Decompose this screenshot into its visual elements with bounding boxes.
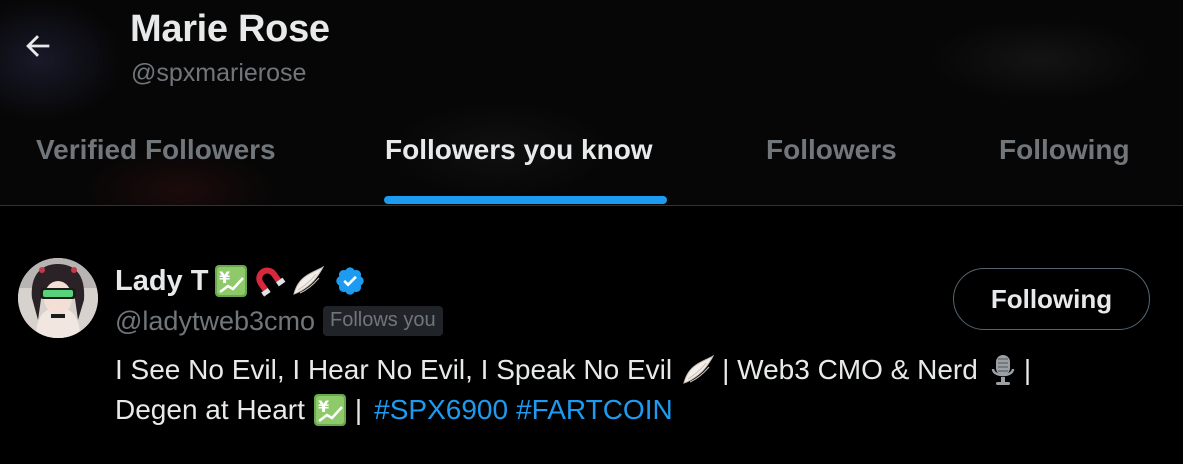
magnet-icon — [256, 267, 286, 297]
profile-header: Marie Rose @spxmarierose Verified Follow… — [0, 0, 1183, 206]
back-button[interactable] — [18, 26, 58, 66]
tab-divider — [0, 205, 1183, 206]
svg-text:¥: ¥ — [219, 268, 230, 287]
tab-following[interactable]: Following — [999, 134, 1130, 166]
currency-exchange-icon: ¥ — [215, 265, 248, 297]
tab-followers-you-know[interactable]: Followers you know — [385, 134, 653, 166]
verified-badge-icon — [336, 267, 365, 295]
arrow-left-icon — [26, 35, 50, 57]
hashtag-link[interactable]: #SPX6900 — [374, 390, 508, 430]
bio-text-5: | — [354, 394, 363, 425]
user-name-line: Lady T ¥ — [115, 261, 366, 301]
tab-verified-followers[interactable]: Verified Followers — [36, 134, 276, 166]
svg-text:¥: ¥ — [318, 397, 329, 416]
user-list-item[interactable]: Lady T ¥ @ladytweb3cmo Follows you Follo… — [0, 207, 1183, 464]
bio-text-4: Degen at Heart — [115, 394, 305, 425]
user-display-name[interactable]: Lady T — [115, 265, 208, 298]
bio-text-2: | Web3 CMO & Nerd — [722, 354, 978, 385]
bio-line-1: I See No Evil, I Hear No Evil, I Speak N… — [115, 350, 1115, 390]
avatar-image — [18, 258, 98, 338]
currency-exchange-icon: ¥ — [313, 394, 346, 426]
active-tab-indicator — [384, 196, 667, 204]
profile-handle: @spxmarierose — [131, 59, 307, 87]
profile-name: Marie Rose — [130, 8, 330, 50]
tab-followers[interactable]: Followers — [766, 134, 897, 166]
user-handle-line: @ladytweb3cmo Follows you — [115, 303, 443, 339]
user-bio: I See No Evil, I Hear No Evil, I Speak N… — [115, 350, 1115, 430]
bio-text-3: | — [1023, 354, 1032, 385]
hashtag-link[interactable]: #FARTCOIN — [516, 390, 673, 430]
user-handle[interactable]: @ladytweb3cmo — [115, 306, 315, 337]
bio-line-2: Degen at Heart ¥ | #SPX6900 #FARTCOIN — [115, 390, 1115, 430]
microphone-icon — [991, 355, 1015, 385]
wing-icon — [683, 354, 715, 384]
wing-icon — [293, 265, 325, 295]
following-button[interactable]: Following — [953, 268, 1150, 330]
follows-you-badge: Follows you — [323, 306, 443, 336]
bio-text-1: I See No Evil, I Hear No Evil, I Speak N… — [115, 354, 673, 385]
avatar[interactable] — [18, 258, 98, 338]
